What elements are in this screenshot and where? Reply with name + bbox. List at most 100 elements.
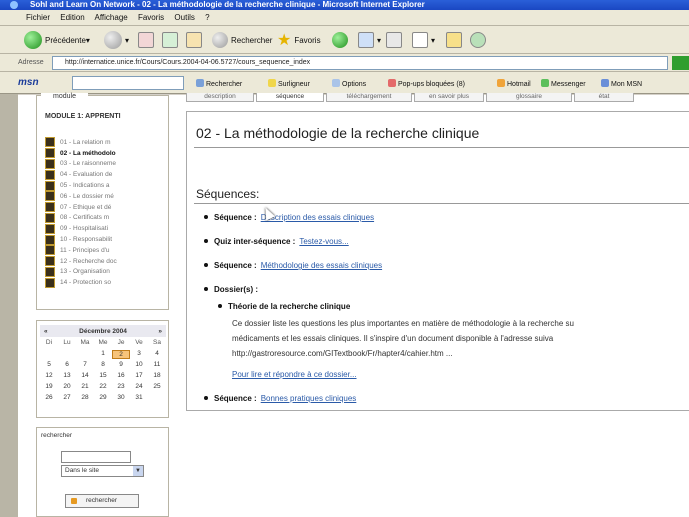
menu-help[interactable]: ? (205, 13, 209, 22)
calendar-day[interactable] (40, 350, 58, 359)
calendar-day-today[interactable]: 2 (112, 350, 130, 359)
calendar-day[interactable]: 10 (130, 361, 148, 368)
calendar-day[interactable]: 17 (130, 372, 148, 379)
calendar-day[interactable]: 28 (76, 394, 94, 401)
msn-options-button[interactable]: Options (332, 79, 366, 88)
sequence-link[interactable]: Description des essais cliniques (261, 213, 374, 222)
search-button[interactable]: Rechercher (212, 30, 272, 50)
module-item-07[interactable]: 07 - Ethique et dé (45, 202, 169, 213)
calendar-day[interactable]: 6 (58, 361, 76, 368)
menu-outils[interactable]: Outils (174, 13, 194, 22)
tab-sequence[interactable]: séquence (256, 93, 324, 102)
sequence-link[interactable]: Bonnes pratiques cliniques (261, 394, 357, 403)
menu-favoris[interactable]: Favoris (138, 13, 164, 22)
tab-download[interactable]: téléchargement (326, 93, 412, 102)
module-item-02[interactable]: 02 - La méthodolo (45, 148, 169, 159)
module-item-13[interactable]: 13 - Organisation (45, 266, 169, 278)
print-button[interactable] (386, 30, 405, 50)
sequence-link[interactable]: Méthodologie des essais cliniques (261, 261, 382, 270)
mail-button[interactable]: ▾ (358, 30, 381, 50)
calendar-day[interactable]: 20 (58, 383, 76, 390)
tab-glossary[interactable]: glossaire (486, 93, 572, 102)
calendar-day[interactable]: 25 (148, 383, 166, 390)
msn-search-input[interactable] (72, 76, 184, 90)
edit-button[interactable]: ▾ (412, 30, 435, 50)
menu-affichage[interactable]: Affichage (95, 13, 128, 22)
calendar-day[interactable]: 7 (76, 361, 94, 368)
mail-icon (358, 32, 374, 48)
site-search-input[interactable] (61, 451, 131, 463)
home-button[interactable] (186, 30, 205, 50)
module-item-06[interactable]: 06 - Le dossier mé (45, 191, 169, 202)
msn-search-button[interactable]: Rechercher (196, 79, 242, 88)
messenger-button[interactable] (470, 30, 489, 50)
calendar-day[interactable] (58, 350, 76, 359)
calendar-day[interactable]: 27 (58, 394, 76, 401)
msn-mymsn-button[interactable]: Mon MSN (601, 79, 642, 88)
msn-logo[interactable]: msn (18, 77, 39, 88)
calendar-day[interactable]: 15 (94, 372, 112, 379)
tab-status[interactable]: état (574, 93, 634, 102)
msn-popups-button[interactable]: Pop-ups bloquées (8) (388, 79, 465, 88)
calendar-day[interactable]: 3 (130, 350, 148, 359)
calendar-day[interactable] (148, 394, 166, 401)
module-item-03[interactable]: 03 - Le raisonneme (45, 158, 169, 170)
favorites-button[interactable]: ★ Favoris (277, 30, 321, 50)
calendar-day[interactable]: 14 (76, 372, 94, 379)
quiz-link[interactable]: Testez-vous... (299, 237, 348, 246)
calendar-day[interactable]: 11 (148, 361, 166, 368)
calendar-day[interactable]: 26 (40, 394, 58, 401)
calendar-day[interactable]: 24 (130, 383, 148, 390)
calendar-next-button[interactable]: » (158, 328, 162, 335)
go-button[interactable] (672, 56, 689, 70)
calendar-day[interactable] (76, 350, 94, 359)
calendar-day[interactable]: 18 (148, 372, 166, 379)
module-item-05[interactable]: 05 - Indications a (45, 180, 169, 191)
forward-button[interactable]: ▾ (104, 30, 129, 50)
calendar-day[interactable]: 30 (112, 394, 130, 401)
calendar-day[interactable]: 21 (76, 383, 94, 390)
calendar-day[interactable]: 8 (94, 361, 112, 368)
menu-fichier[interactable]: Fichier (26, 13, 50, 22)
tab-description[interactable]: description (186, 93, 254, 102)
address-input[interactable]: http://internatice.unice.fr/Cours/Cours.… (52, 56, 668, 70)
calendar-week: 5 6 7 8 9 10 11 (40, 361, 166, 368)
module-item-08[interactable]: 08 - Certificats m (45, 212, 169, 224)
hotmail-icon (497, 79, 505, 87)
site-search-button[interactable]: rechercher (65, 494, 139, 508)
module-item-04[interactable]: 04 - Evaluation de (45, 169, 169, 180)
back-button[interactable]: Précédente ▾ (24, 30, 90, 50)
dossier-read-link[interactable]: Pour lire et répondre à ce dossier... (232, 370, 357, 379)
history-button[interactable] (332, 30, 351, 50)
module-item-12[interactable]: 12 - Recherche doc (45, 256, 169, 267)
calendar-day[interactable]: 12 (40, 372, 58, 379)
module-item-01[interactable]: 01 - La relation m (45, 137, 169, 148)
calendar-day[interactable]: 23 (112, 383, 130, 390)
module-item-14[interactable]: 14 - Protection so (45, 277, 169, 288)
module-item-09[interactable]: 09 - Hospitalisati (45, 223, 169, 234)
calendar-day[interactable]: 16 (112, 372, 130, 379)
calendar-day[interactable]: 22 (94, 383, 112, 390)
calendar-day[interactable]: 29 (94, 394, 112, 401)
msn-highlighter-button[interactable]: Surligneur (268, 79, 310, 88)
calendar-day[interactable]: 13 (58, 372, 76, 379)
calendar-day[interactable]: 31 (130, 394, 148, 401)
menu-edition[interactable]: Edition (60, 13, 84, 22)
site-search-scope-select[interactable]: Dans le site ▼ (61, 465, 144, 477)
msn-messenger-button[interactable]: Messenger (541, 79, 586, 88)
stop-button[interactable] (138, 30, 157, 50)
module-item-11[interactable]: 11 - Principes d'u (45, 245, 169, 256)
module-item-10[interactable]: 10 - Responsabilit (45, 234, 169, 245)
msn-hotmail-button[interactable]: Hotmail (497, 79, 531, 88)
calendar-day[interactable]: 5 (40, 361, 58, 368)
calendar-day[interactable]: 9 (112, 361, 130, 368)
refresh-button[interactable] (162, 30, 181, 50)
calendar-prev-button[interactable]: « (44, 328, 48, 335)
calendar-day[interactable]: 19 (40, 383, 58, 390)
calendar-day[interactable]: 4 (148, 350, 166, 359)
content-panel: 02 - La méthodologie de la recherche cli… (186, 111, 689, 411)
discuss-button[interactable] (446, 30, 465, 50)
tab-learn-more[interactable]: en savoir plus (414, 93, 484, 102)
forward-arrow-icon (104, 31, 122, 49)
calendar-day[interactable]: 1 (94, 350, 112, 359)
